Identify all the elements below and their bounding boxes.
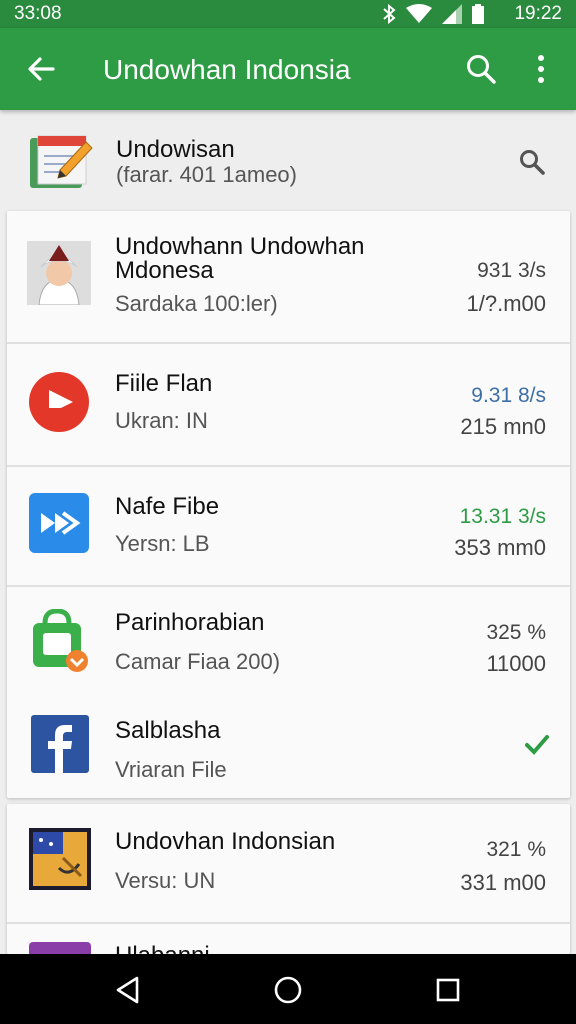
notepad-icon [26,128,94,192]
app-bar: Undowhan Indonsia [0,28,576,110]
navigation-bar [0,954,576,1024]
search-icon [520,150,545,175]
item-size: 215 mn0 [460,414,546,439]
item-progress: 321 % [486,838,546,861]
map-app-icon [29,828,91,890]
check-icon [525,735,549,755]
list-item[interactable]: Undowhann Undowhan Mdonesa Sardaka 100:l… [7,211,570,344]
item-size: 331 m00 [460,870,546,895]
list-item[interactable]: Undovhan Indonsian Versu: UN 321 % 331 m… [7,804,570,924]
item-subtitle: Yersn: LB [115,531,210,556]
nav-home-button[interactable] [266,968,310,1012]
page-title: Undowhan Indonsia [103,54,351,85]
play-app-icon [27,370,91,434]
bluetooth-icon [383,4,396,24]
item-name: Nafe Fibe [115,493,220,520]
circle-home-icon [274,976,302,1004]
back-button[interactable] [20,48,62,90]
wifi-icon [406,4,432,23]
item-name: Undovhan Indonsian [115,828,336,855]
item-subtitle: Versu: UN [115,868,216,893]
item-progress: 9.31 8/s [471,384,546,407]
header-name: Undowisan [116,136,235,163]
purple-app-icon [29,942,91,954]
list-item[interactable]: Nafe Fibe Yersn: LB 13.31 3/s 353 mm0 [7,467,570,587]
installed-check [524,731,550,757]
square-recents-icon [436,978,460,1002]
item-name: Ulabanni [115,944,210,955]
item-subtitle: Vriaran File [115,757,227,782]
item-name: Salblasha [115,717,221,744]
list-item[interactable]: Parinhorabian Camar Fiaa 200) 325 % 1100… [7,587,570,697]
item-subtitle: Sardaka 100:ler) [115,291,278,316]
item-size: 1/?.m00 [466,291,547,316]
divider [7,922,570,924]
item-progress: 13.31 3/s [459,505,546,528]
item-progress: 325 % [486,621,546,644]
list-item[interactable]: Ulabanni [7,926,570,954]
item-name: Parinhorabian [115,609,265,636]
item-name: Fiile Flan [115,370,213,397]
search-icon [467,55,496,84]
status-icons [382,4,484,24]
status-bar: 33:08 19:22 [0,0,576,28]
status-time-right: 19:22 [514,3,562,24]
status-time-left: 33:08 [14,3,62,24]
triangle-back-icon [116,976,139,1004]
fast-forward-icon [29,493,89,553]
avatar [27,241,91,306]
shopping-bag-icon [31,608,95,673]
header-row[interactable]: Undowisan (farar. 401 1ameo) [0,114,576,210]
item-progress: 931 3/s [477,259,546,282]
item-size: 353 mm0 [454,535,546,560]
nav-back-button[interactable] [106,968,150,1012]
item-subtitle: Camar Fiaa 200) [115,649,281,674]
item-size: 11000 [486,651,546,676]
item-subtitle: Ukran: IN [115,408,208,433]
arrow-left-icon [28,57,55,81]
header-subtitle: (farar. 401 1ameo) [116,162,297,187]
header-search-button[interactable] [512,142,552,182]
app-list-card: Undowhann Undowhan Mdonesa Sardaka 100:l… [7,211,570,798]
app-list-card: Undovhan Indonsian Versu: UN 321 % 331 m… [7,804,570,954]
facebook-icon [31,715,89,773]
item-name: Undowhann Undowhan Mdonesa [115,233,365,284]
more-vert-icon [538,55,544,83]
list-item[interactable]: Fiile Flan Ukran: IN 9.31 8/s 215 mn0 [7,344,570,467]
battery-icon [472,4,484,24]
more-options-button[interactable] [520,48,562,90]
signal-icon [442,4,462,24]
search-button[interactable] [460,48,502,90]
nav-recents-button[interactable] [426,968,470,1012]
list-item[interactable]: Salblasha Vriaran File [7,697,570,798]
